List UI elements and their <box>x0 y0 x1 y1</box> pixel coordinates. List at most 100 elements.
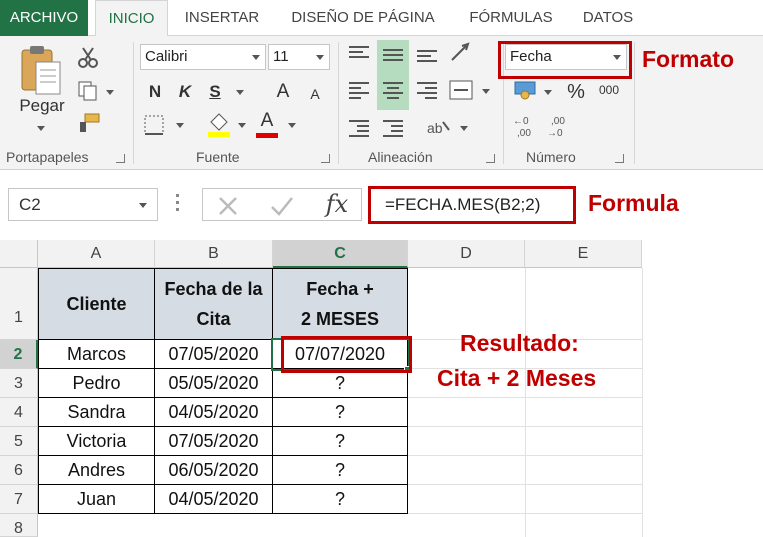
row-header-3[interactable]: 3 <box>0 369 38 398</box>
formula-input[interactable]: =FECHA.MES(B2;2) <box>368 186 576 224</box>
column-header-a[interactable]: A <box>38 240 155 268</box>
insert-function-button[interactable]: fx <box>319 189 355 220</box>
tab-datos[interactable]: DATOS <box>573 0 643 36</box>
font-color-button[interactable]: A <box>256 110 278 138</box>
table-cell-resultado[interactable]: ? <box>273 398 408 427</box>
column-header-b[interactable]: B <box>155 240 273 268</box>
chevron-down-icon[interactable] <box>139 203 147 208</box>
decrease-decimal-icon[interactable]: ,00 →0 <box>547 114 573 138</box>
align-top-icon[interactable] <box>349 46 369 62</box>
fill-color-icon[interactable] <box>206 110 232 138</box>
table-cell-fecha[interactable]: 05/05/2020 <box>155 369 273 398</box>
copy-icon[interactable] <box>77 80 99 102</box>
alignment-launcher-icon[interactable] <box>486 154 495 163</box>
shrink-font-button[interactable]: A <box>304 82 326 106</box>
thousands-button[interactable]: 000 <box>594 78 624 102</box>
enter-icon[interactable] <box>269 195 295 217</box>
font-color-dropdown-icon[interactable] <box>288 123 296 128</box>
column-header-c[interactable]: C <box>273 240 408 268</box>
paste-dropdown-icon[interactable] <box>37 126 45 131</box>
tab-formulas[interactable]: FÓRMULAS <box>456 0 566 36</box>
alignment-group-label: Alineación <box>368 149 433 165</box>
wrap-text-icon[interactable]: ab <box>425 116 453 140</box>
grow-font-button[interactable]: A <box>272 80 294 104</box>
font-launcher-icon[interactable] <box>321 154 330 163</box>
table-cell-fecha[interactable]: 06/05/2020 <box>155 456 273 485</box>
table-cell-resultado[interactable]: ? <box>273 427 408 456</box>
increase-decimal-icon[interactable]: ←0 ,00 <box>513 114 539 138</box>
align-left-icon[interactable] <box>349 82 369 99</box>
row-header-4[interactable]: 4 <box>0 398 38 427</box>
align-middle-icon[interactable] <box>383 46 403 62</box>
more-options-icon[interactable] <box>176 194 180 214</box>
table-cell-cliente[interactable]: Sandra <box>39 398 155 427</box>
paste-button[interactable] <box>16 44 66 100</box>
table-cell-cliente[interactable]: Andres <box>39 456 155 485</box>
row-header-8[interactable]: 8 <box>0 514 38 537</box>
name-box[interactable]: C2 <box>8 188 158 221</box>
merge-dropdown-icon[interactable] <box>482 89 490 94</box>
align-bottom-icon[interactable] <box>417 46 437 62</box>
header-cell-fecha-cita[interactable]: Fecha de la Cita <box>155 269 273 340</box>
table-cell-resultado[interactable]: ? <box>273 485 408 514</box>
table-cell-fecha[interactable]: 07/05/2020 <box>155 427 273 456</box>
table-cell-fecha[interactable]: 04/05/2020 <box>155 398 273 427</box>
clipboard-launcher-icon[interactable] <box>116 154 125 163</box>
underline-dropdown-icon[interactable] <box>236 90 244 95</box>
table-cell-resultado[interactable]: ? <box>273 456 408 485</box>
cut-icon[interactable] <box>77 46 99 68</box>
underline-button[interactable]: S <box>204 80 226 104</box>
font-color-swatch <box>256 133 278 138</box>
tab-diseno-de-pagina[interactable]: DISEÑO DE PÁGINA <box>278 0 448 36</box>
row-header-5[interactable]: 5 <box>0 427 38 456</box>
row-header-1[interactable]: 1 <box>0 268 38 340</box>
decrease-indent-icon[interactable] <box>349 120 369 137</box>
percent-button[interactable]: % <box>563 80 589 104</box>
borders-dropdown-icon[interactable] <box>176 123 184 128</box>
clipboard-group-label: Portapapeles <box>6 149 89 165</box>
currency-dropdown-icon[interactable] <box>544 90 552 95</box>
header-cell-cliente[interactable]: Cliente <box>39 269 155 340</box>
align-center-icon[interactable] <box>383 82 403 99</box>
table-cell-cliente[interactable]: Marcos <box>39 340 155 369</box>
paste-label[interactable]: Pegar <box>18 96 66 116</box>
svg-text:,00: ,00 <box>517 128 531 138</box>
table-cell-resultado[interactable]: ? <box>273 369 408 398</box>
orientation-icon[interactable] <box>448 42 472 64</box>
bold-button[interactable]: N <box>144 80 166 104</box>
merge-center-icon[interactable] <box>448 78 474 102</box>
borders-icon[interactable] <box>143 114 165 136</box>
header-cell-fecha-2-meses[interactable]: Fecha + 2 MESES <box>273 269 408 340</box>
align-right-icon[interactable] <box>417 82 437 99</box>
cancel-icon[interactable] <box>217 195 239 217</box>
font-size-select[interactable]: 11 <box>268 44 330 70</box>
column-header-d[interactable]: D <box>408 240 525 268</box>
row-header-6[interactable]: 6 <box>0 456 38 485</box>
italic-button[interactable]: K <box>174 80 196 104</box>
fill-color-dropdown-icon[interactable] <box>238 123 246 128</box>
table-cell-cliente[interactable]: Victoria <box>39 427 155 456</box>
formula-buttons: fx <box>202 188 362 221</box>
copy-dropdown-icon[interactable] <box>106 90 114 95</box>
gridline <box>408 455 642 456</box>
number-launcher-icon[interactable] <box>615 154 624 163</box>
table-cell-fecha[interactable]: 07/05/2020 <box>155 340 273 369</box>
font-size-value: 11 <box>273 48 289 65</box>
column-header-e[interactable]: E <box>525 240 642 268</box>
resultado-annotation-line2: Cita + 2 Meses <box>437 365 597 391</box>
tab-inicio[interactable]: INICIO <box>95 0 168 37</box>
table-cell-cliente[interactable]: Pedro <box>39 369 155 398</box>
select-all-corner[interactable] <box>0 240 38 268</box>
tab-insertar[interactable]: INSERTAR <box>176 0 268 36</box>
table-cell-fecha[interactable]: 04/05/2020 <box>155 485 273 514</box>
tab-archivo[interactable]: ARCHIVO <box>0 0 88 36</box>
table-cell-cliente[interactable]: Juan <box>39 485 155 514</box>
format-painter-icon[interactable] <box>77 112 101 134</box>
wrap-dropdown-icon[interactable] <box>460 126 468 131</box>
increase-indent-icon[interactable] <box>383 120 403 137</box>
row-header-2[interactable]: 2 <box>0 340 38 369</box>
currency-icon[interactable] <box>513 78 539 100</box>
row-header-7[interactable]: 7 <box>0 485 38 514</box>
font-name-select[interactable]: Calibri <box>140 44 266 70</box>
worksheet-grid[interactable]: A B C D E 1 2 3 4 5 6 7 8 Cliente Fecha … <box>0 240 763 537</box>
